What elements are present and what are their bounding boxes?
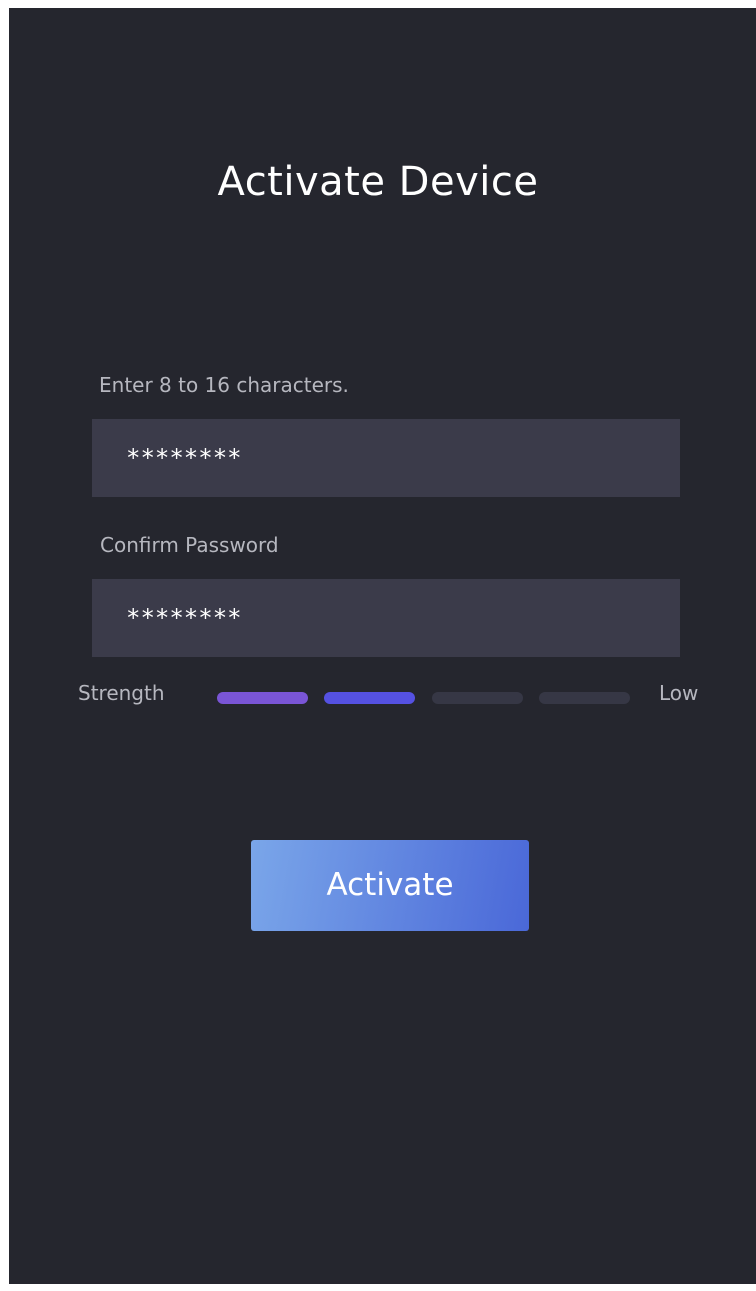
page-title: Activate Device	[217, 159, 539, 205]
strength-bar	[539, 692, 630, 704]
activation-screen: Activate Device Enter 8 to 16 characters…	[9, 8, 756, 1284]
strength-meter	[217, 692, 630, 704]
strength-bar	[217, 692, 308, 704]
strength-bar	[324, 692, 415, 704]
confirm-password-field[interactable]: ********	[92, 579, 680, 657]
password-field[interactable]: ********	[92, 419, 680, 497]
strength-bar	[432, 692, 523, 704]
strength-value: Low	[659, 681, 699, 705]
activate-button[interactable]: Activate	[251, 840, 529, 931]
password-hint-label: Enter 8 to 16 characters.	[99, 373, 349, 397]
confirm-password-label: Confirm Password	[100, 533, 279, 557]
strength-label: Strength	[78, 681, 165, 705]
